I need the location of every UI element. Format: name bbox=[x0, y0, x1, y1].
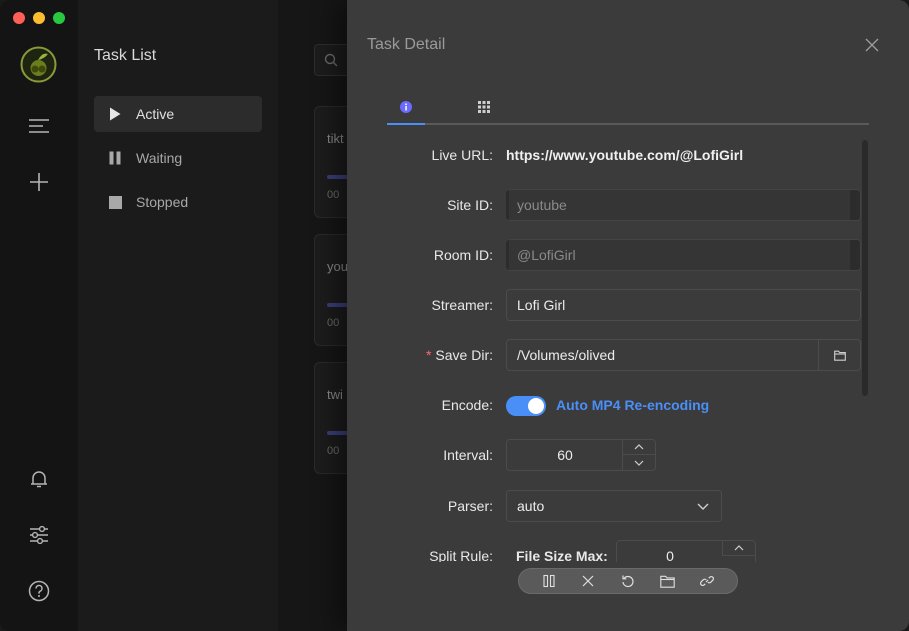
save-dir-label-text: Save Dir: bbox=[435, 347, 493, 363]
field-site-id: Site ID: youtube bbox=[387, 189, 869, 221]
help-icon[interactable] bbox=[26, 578, 52, 604]
chevron-down-icon bbox=[634, 460, 644, 466]
task-cards-area: tikt 00 you 00 twi 00 bbox=[278, 0, 364, 631]
nav-item-active[interactable]: Active bbox=[94, 96, 262, 132]
detail-form: Live URL: https://www.youtube.com/@LofiG… bbox=[387, 134, 869, 562]
file-size-max-label: File Size Max: bbox=[516, 548, 608, 562]
room-id-value: @LofiGirl bbox=[517, 247, 576, 263]
site-id-value: youtube bbox=[517, 197, 567, 213]
nav-item-label: Active bbox=[136, 106, 175, 122]
parser-value: auto bbox=[517, 498, 545, 514]
file-size-max-stepper[interactable]: 0 bbox=[616, 540, 756, 562]
live-url-label: Live URL: bbox=[431, 147, 493, 163]
split-rule-label: Split Rule: bbox=[429, 548, 493, 562]
site-id-input: youtube bbox=[506, 189, 861, 221]
play-icon bbox=[108, 107, 122, 121]
sliders-icon[interactable] bbox=[26, 522, 52, 548]
live-url-value: https://www.youtube.com/@LofiGirl bbox=[506, 147, 744, 163]
window-minimize-button[interactable] bbox=[33, 12, 45, 24]
task-card-title: twi bbox=[327, 387, 343, 402]
task-card-title: you bbox=[327, 259, 348, 274]
nav-item-stopped[interactable]: Stopped bbox=[94, 184, 262, 220]
detail-tabs bbox=[387, 90, 869, 125]
grid-icon bbox=[478, 100, 490, 113]
plus-icon[interactable] bbox=[26, 169, 52, 195]
copy-link-button[interactable] bbox=[698, 572, 716, 590]
parser-label: Parser: bbox=[447, 498, 493, 514]
folder-icon bbox=[660, 575, 675, 588]
pause-icon bbox=[108, 151, 122, 165]
save-dir-label: * Save Dir: bbox=[426, 339, 493, 371]
folder-icon bbox=[833, 350, 846, 361]
task-list-title: Task List bbox=[94, 47, 157, 64]
stop-icon bbox=[108, 195, 122, 209]
task-card-meta: 00 bbox=[327, 189, 340, 201]
encode-toggle-text: Auto MP4 Re-encoding bbox=[556, 397, 710, 413]
streamer-label: Streamer: bbox=[431, 297, 493, 313]
app-logo-icon bbox=[20, 46, 57, 83]
field-live-url: Live URL: https://www.youtube.com/@LofiG… bbox=[387, 139, 869, 171]
field-interval: Interval: 60 bbox=[387, 439, 869, 471]
file-size-max-value[interactable]: 0 bbox=[617, 541, 723, 562]
open-folder-button[interactable] bbox=[659, 572, 677, 590]
field-encode: Encode: Auto MP4 Re-encoding bbox=[387, 389, 869, 421]
parser-select[interactable]: auto bbox=[506, 490, 722, 522]
nav-item-label: Waiting bbox=[136, 150, 183, 166]
field-streamer: Streamer: Lofi Girl bbox=[387, 289, 869, 321]
drawer-close-button[interactable] bbox=[863, 36, 881, 54]
nav-item-waiting[interactable]: Waiting bbox=[94, 140, 262, 176]
info-icon bbox=[400, 100, 412, 113]
task-action-toolbar bbox=[518, 568, 738, 594]
window-close-button[interactable] bbox=[13, 12, 25, 24]
tab-info[interactable] bbox=[387, 90, 425, 125]
menu-icon[interactable] bbox=[26, 113, 52, 139]
file-size-increase-button[interactable] bbox=[722, 541, 755, 556]
room-id-input: @LofiGirl bbox=[506, 239, 861, 271]
restart-icon bbox=[622, 575, 634, 588]
close-icon bbox=[865, 38, 879, 52]
interval-decrease-button[interactable] bbox=[622, 455, 655, 470]
pause-icon bbox=[543, 574, 555, 588]
nav-item-label: Stopped bbox=[136, 194, 189, 210]
task-card-title: tikt bbox=[327, 131, 344, 146]
drawer-title: Task Detail bbox=[367, 36, 446, 53]
chevron-down-icon bbox=[697, 501, 709, 511]
task-list-panel: Task List Active Waiting Stopped bbox=[78, 0, 278, 631]
site-id-label: Site ID: bbox=[447, 197, 493, 213]
restart-button[interactable] bbox=[619, 572, 637, 590]
stop-task-button[interactable] bbox=[579, 572, 597, 590]
close-icon bbox=[582, 575, 594, 587]
search-icon bbox=[324, 53, 338, 67]
chevron-up-icon bbox=[734, 545, 744, 551]
encode-label: Encode: bbox=[441, 397, 493, 413]
window-zoom-button[interactable] bbox=[53, 12, 65, 24]
room-id-label: Room ID: bbox=[433, 247, 493, 263]
save-dir-input[interactable]: /Volumes/olived bbox=[506, 339, 861, 371]
interval-increase-button[interactable] bbox=[622, 440, 655, 455]
browse-folder-button[interactable] bbox=[818, 340, 860, 370]
required-mark: * bbox=[425, 347, 432, 363]
field-parser: Parser: auto bbox=[387, 490, 869, 522]
toggle-knob bbox=[528, 398, 544, 414]
streamer-value: Lofi Girl bbox=[517, 297, 566, 313]
field-room-id: Room ID: @LofiGirl bbox=[387, 239, 869, 271]
task-card-meta: 00 bbox=[327, 445, 340, 457]
link-icon bbox=[700, 576, 715, 586]
field-split-rule: Split Rule: File Size Max: 0 bbox=[387, 540, 869, 562]
streamer-input[interactable]: Lofi Girl bbox=[506, 289, 861, 321]
tab-grid[interactable] bbox=[465, 90, 503, 123]
icon-rail bbox=[0, 0, 78, 631]
bell-icon[interactable] bbox=[26, 466, 52, 492]
interval-stepper[interactable]: 60 bbox=[506, 439, 656, 471]
app-window: Task List Active Waiting Stopped tikt 00… bbox=[0, 0, 909, 631]
interval-label: Interval: bbox=[443, 447, 493, 463]
field-save-dir: * Save Dir: /Volumes/olived bbox=[387, 339, 869, 371]
encode-toggle[interactable] bbox=[506, 396, 546, 416]
task-detail-drawer: Task Detail Live URL: https://www.youtub… bbox=[347, 0, 909, 631]
interval-value[interactable]: 60 bbox=[507, 440, 623, 470]
pause-button[interactable] bbox=[540, 572, 558, 590]
task-card-meta: 00 bbox=[327, 317, 340, 329]
chevron-up-icon bbox=[634, 444, 644, 450]
save-dir-value: /Volumes/olived bbox=[517, 347, 616, 363]
